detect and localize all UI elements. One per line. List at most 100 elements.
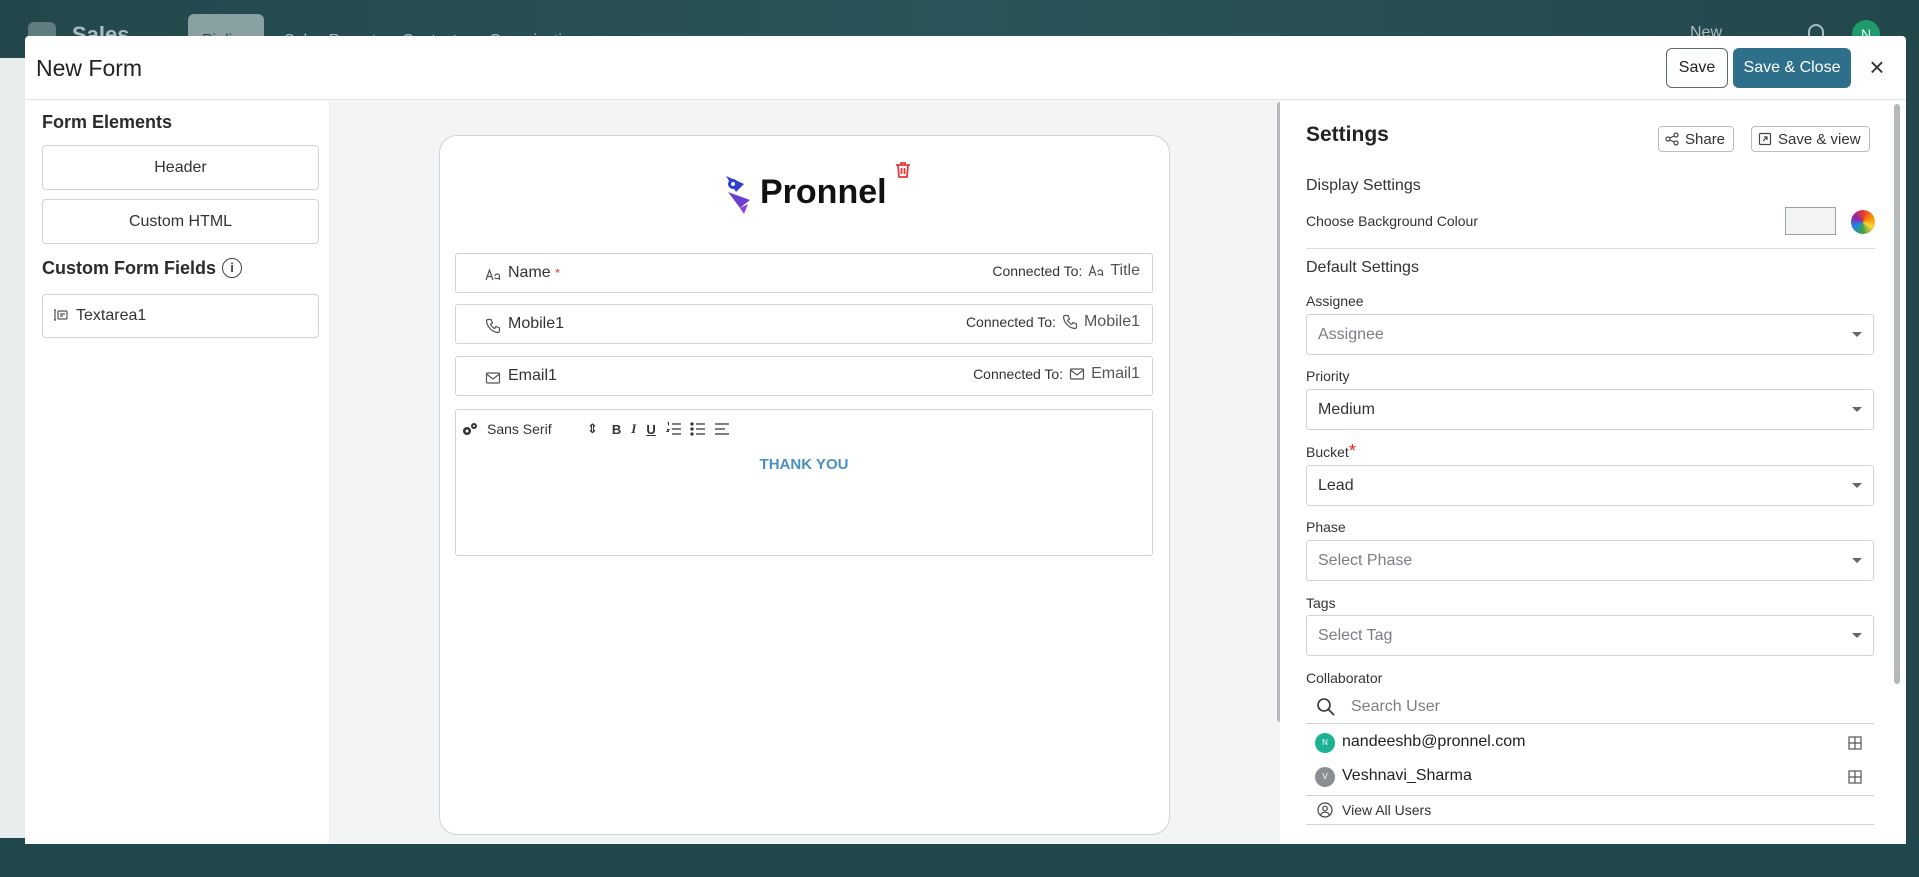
phone-icon bbox=[1062, 314, 1078, 330]
settings-title: Settings bbox=[1306, 123, 1389, 146]
connected-to-value: Title bbox=[1110, 262, 1140, 279]
phase-placeholder: Select Phase bbox=[1318, 552, 1413, 569]
share-label: Share bbox=[1685, 130, 1726, 148]
save-close-button[interactable]: Save & Close bbox=[1733, 48, 1851, 88]
connected-to: Connected To: Mobile1 bbox=[966, 313, 1140, 331]
textarea-icon bbox=[54, 309, 68, 321]
font-select[interactable]: Sans Serif bbox=[487, 421, 587, 437]
user-circle-icon bbox=[1317, 802, 1333, 818]
settings-scrollbar[interactable] bbox=[1894, 104, 1900, 684]
required-star: * bbox=[1348, 441, 1356, 461]
display-settings-title: Display Settings bbox=[1306, 177, 1421, 194]
search-icon bbox=[1317, 698, 1335, 716]
chevron-down-icon bbox=[1852, 483, 1862, 488]
collaborator-search bbox=[1306, 690, 1874, 724]
chevron-down-icon bbox=[1852, 558, 1862, 563]
user-name: Veshnavi_Sharma bbox=[1342, 767, 1472, 784]
settings-gears-icon[interactable] bbox=[461, 420, 479, 438]
user-avatar: N bbox=[1315, 733, 1335, 753]
save-view-button[interactable]: Save & view bbox=[1751, 126, 1870, 152]
tags-select[interactable]: Select Tag bbox=[1306, 615, 1874, 656]
field-item-textarea1[interactable]: Textarea1 bbox=[42, 294, 319, 338]
trash-icon[interactable] bbox=[893, 160, 913, 180]
field-item-label: Textarea1 bbox=[76, 307, 147, 324]
form-field-label: Mobile1 bbox=[508, 315, 565, 332]
bucket-label: Bucket* bbox=[1306, 441, 1356, 461]
grid-icon[interactable] bbox=[1848, 770, 1862, 784]
bucket-select[interactable]: Lead bbox=[1306, 465, 1874, 506]
connected-to-value: Email1 bbox=[1091, 365, 1140, 382]
phone-icon bbox=[485, 318, 501, 334]
mail-icon bbox=[485, 372, 501, 384]
open-external-icon bbox=[1758, 132, 1772, 146]
collaborator-item[interactable]: N nandeeshb@pronnel.com bbox=[1306, 726, 1874, 760]
connected-to-value: Mobile1 bbox=[1083, 313, 1140, 330]
share-button[interactable]: Share bbox=[1658, 126, 1735, 152]
header-element-button[interactable]: Header bbox=[42, 145, 319, 190]
background-sidebar bbox=[0, 58, 26, 838]
user-name: nandeeshb@pronnel.com bbox=[1342, 733, 1526, 750]
mail-icon bbox=[1069, 368, 1085, 380]
priority-value: Medium bbox=[1318, 401, 1375, 418]
form-elements-title: Form Elements bbox=[42, 112, 173, 132]
collaborator-label: Collaborator bbox=[1306, 670, 1383, 686]
modal-title: New Form bbox=[36, 55, 143, 81]
close-icon[interactable]: × bbox=[1863, 52, 1891, 82]
phase-label: Phase bbox=[1306, 519, 1346, 535]
custom-html-element-button[interactable]: Custom HTML bbox=[42, 199, 319, 244]
bucket-value: Lead bbox=[1318, 477, 1354, 494]
priority-label: Priority bbox=[1306, 368, 1350, 384]
text-field-icon bbox=[1088, 264, 1104, 277]
priority-select[interactable]: Medium bbox=[1306, 389, 1874, 430]
assignee-label: Assignee bbox=[1306, 293, 1364, 309]
connected-to: Connected To: Title bbox=[992, 262, 1140, 280]
grid-icon[interactable] bbox=[1848, 736, 1862, 750]
user-avatar: V bbox=[1315, 767, 1335, 787]
form-field-email1[interactable]: Email1 Connected To: Email1 bbox=[455, 356, 1153, 396]
connected-to-label: Connected To: bbox=[992, 263, 1083, 279]
form-field-label: Email1 bbox=[508, 367, 557, 384]
logo-text: Pronnel bbox=[760, 172, 887, 211]
editor-toolbar: Sans Serif ⇕ B I U bbox=[461, 418, 730, 440]
phase-select[interactable]: Select Phase bbox=[1306, 540, 1874, 581]
modal-header: New Form Save Save & Close × bbox=[25, 36, 1906, 100]
chevron-down-icon bbox=[1852, 633, 1862, 638]
collaborator-item[interactable]: V Veshnavi_Sharma bbox=[1306, 760, 1874, 794]
form-field-mobile1[interactable]: Mobile1 Connected To: Mobile1 bbox=[455, 304, 1153, 344]
form-field-name[interactable]: Name * Connected To: Title bbox=[455, 253, 1153, 293]
connected-to-label: Connected To: bbox=[973, 366, 1064, 382]
pronnel-logo-icon bbox=[726, 176, 750, 214]
tags-label: Tags bbox=[1306, 595, 1336, 611]
chevron-down-icon bbox=[1852, 407, 1862, 412]
chevron-down-icon bbox=[1852, 332, 1862, 337]
form-logo[interactable]: Pronnel bbox=[722, 170, 887, 214]
ordered-list-icon[interactable] bbox=[665, 422, 682, 436]
underline-button[interactable]: U bbox=[646, 422, 655, 437]
view-all-users-label: View All Users bbox=[1342, 802, 1432, 818]
assignee-placeholder: Assignee bbox=[1318, 326, 1384, 343]
text-field-icon bbox=[485, 268, 501, 281]
form-field-label: Name * bbox=[508, 264, 560, 281]
background-color-swatch[interactable] bbox=[1785, 207, 1836, 235]
search-user-input[interactable] bbox=[1351, 694, 1751, 720]
thank-you-editor[interactable]: Sans Serif ⇕ B I U THANK YOU bbox=[455, 409, 1153, 556]
info-icon[interactable]: i bbox=[222, 258, 242, 278]
assignee-select[interactable]: Assignee bbox=[1306, 314, 1874, 355]
bullet-list-icon[interactable] bbox=[690, 422, 706, 436]
italic-button[interactable]: I bbox=[631, 421, 636, 437]
view-all-users-button[interactable]: View All Users bbox=[1306, 795, 1874, 825]
color-picker-icon[interactable] bbox=[1851, 210, 1875, 234]
divider bbox=[1306, 248, 1875, 249]
align-left-icon[interactable] bbox=[714, 422, 730, 436]
share-icon bbox=[1665, 132, 1679, 146]
connected-to-label: Connected To: bbox=[965, 314, 1056, 330]
bold-button[interactable]: B bbox=[612, 422, 621, 437]
default-settings-title: Default Settings bbox=[1306, 259, 1419, 276]
required-star: * bbox=[555, 266, 560, 280]
save-button[interactable]: Save bbox=[1666, 48, 1728, 88]
choose-bg-label: Choose Background Colour bbox=[1306, 213, 1478, 229]
font-select-arrows-icon[interactable]: ⇕ bbox=[587, 421, 598, 437]
connected-to: Connected To: Email1 bbox=[973, 365, 1140, 383]
tags-placeholder: Select Tag bbox=[1318, 627, 1393, 644]
thank-you-text: THANK YOU bbox=[759, 456, 849, 473]
